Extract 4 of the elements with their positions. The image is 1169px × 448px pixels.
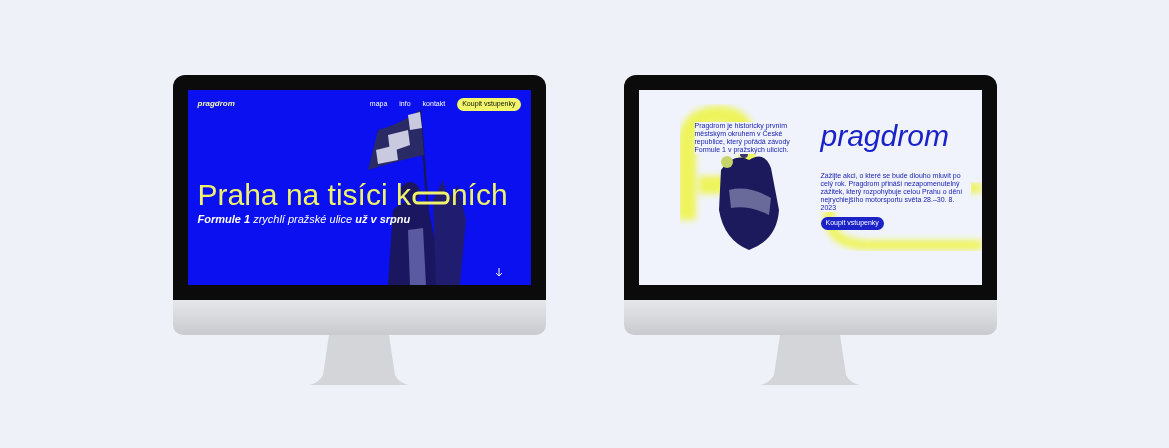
brand-logo: pragdrom (820, 120, 950, 152)
rounded-bar-icon (411, 190, 450, 205)
site-logo[interactable]: pragdrom (197, 98, 235, 111)
arrow-down-icon[interactable] (494, 268, 503, 277)
